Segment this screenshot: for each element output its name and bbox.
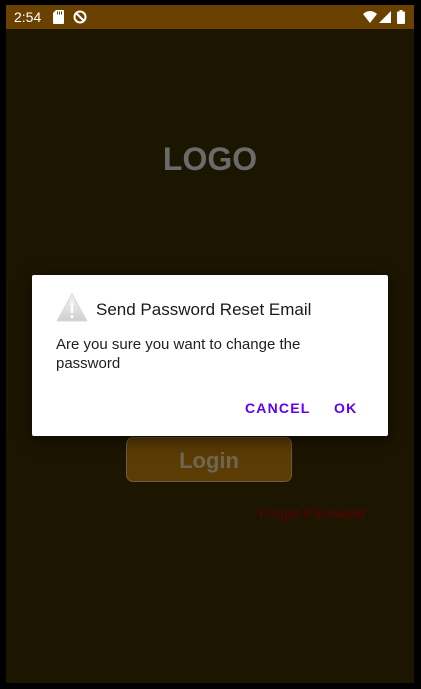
dialog-title: Send Password Reset Email bbox=[96, 300, 312, 319]
status-bar: 2:54 bbox=[6, 5, 414, 29]
warning-icon bbox=[56, 293, 88, 322]
ok-button[interactable]: OK bbox=[334, 400, 357, 416]
status-time: 2:54 bbox=[14, 9, 42, 25]
login-button[interactable]: Login bbox=[126, 437, 292, 482]
forgot-password-link[interactable]: Forgot Password bbox=[259, 505, 365, 521]
no-sync-icon bbox=[73, 10, 87, 24]
wifi-icon bbox=[363, 11, 377, 23]
reset-password-dialog: Send Password Reset Email Are you sure y… bbox=[32, 275, 388, 436]
battery-icon bbox=[397, 10, 405, 24]
app-logo: LOGO bbox=[162, 141, 258, 177]
dialog-message: Are you sure you want to change the pass… bbox=[56, 336, 301, 372]
cancel-button[interactable]: CANCEL bbox=[245, 400, 311, 416]
signal-icon bbox=[379, 11, 391, 23]
app-screen: 2:54 LOGO Login Forgot Password Send Pas… bbox=[6, 5, 414, 683]
device-frame: 2:54 LOGO Login Forgot Password Send Pas… bbox=[0, 0, 421, 689]
sd-card-icon bbox=[53, 10, 64, 24]
